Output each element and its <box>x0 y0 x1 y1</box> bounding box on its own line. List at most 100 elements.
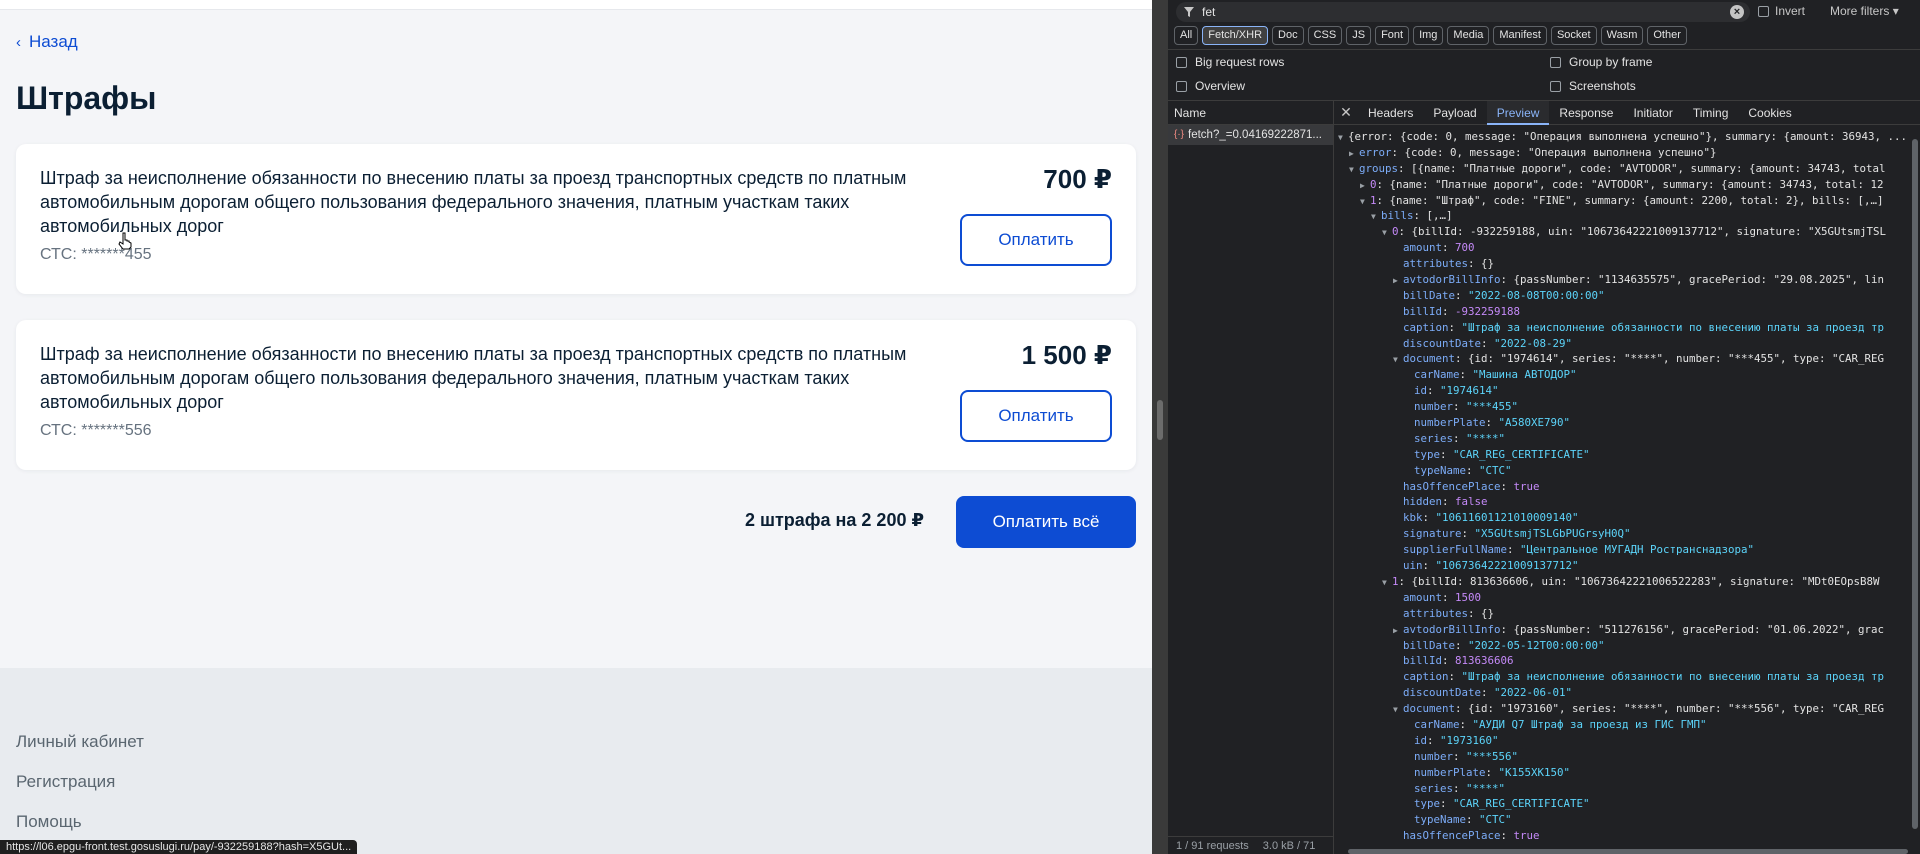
tab-preview[interactable]: Preview <box>1486 100 1550 125</box>
type-chip-wasm[interactable]: Wasm <box>1600 26 1644 45</box>
triangle-right-icon[interactable]: ▶ <box>1360 178 1370 194</box>
option-group-by-frame[interactable]: Group by frame <box>1550 55 1652 69</box>
triangle-down-icon[interactable]: ▼ <box>1382 225 1392 241</box>
json-key: billId <box>1403 304 1443 318</box>
checkbox[interactable] <box>1176 80 1187 92</box>
invert-toggle[interactable]: Invert <box>1758 4 1805 18</box>
triangle-down-icon[interactable]: ▼ <box>1393 702 1403 718</box>
option-label: Group by frame <box>1569 55 1653 69</box>
triangle-right-icon[interactable]: ▶ <box>1393 623 1403 639</box>
json-key: typeName <box>1414 813 1467 827</box>
pay-all-button[interactable]: Оплатить всё <box>956 496 1136 548</box>
more-filters-dropdown[interactable]: More filters ▾ <box>1830 4 1899 18</box>
json-line[interactable]: ▶ error: {code: 0, message: "Операция вып… <box>1336 145 1908 161</box>
json-line[interactable]: ▼ 1: {name: "Штраф", code: "FINE", summar… <box>1336 193 1908 209</box>
close-icon[interactable]: ✕ <box>1334 104 1358 121</box>
json-line: discountDate: "2022-08-29" <box>1403 336 1573 350</box>
type-chip-font[interactable]: Font <box>1375 26 1410 45</box>
option-overview[interactable]: Overview <box>1176 79 1245 93</box>
json-key: number <box>1414 400 1454 414</box>
clear-filter-icon[interactable]: × <box>1730 5 1744 19</box>
json-string: "2022-08-29" <box>1494 336 1573 350</box>
pay-button[interactable]: Оплатить <box>960 214 1112 266</box>
fetch-request-icon: {·} <box>1174 129 1185 140</box>
type-chip-fetchxhr[interactable]: Fetch/XHR <box>1202 26 1269 45</box>
preview-scrollbar[interactable] <box>1910 129 1920 854</box>
tab-payload[interactable]: Payload <box>1423 101 1486 125</box>
json-line[interactable]: ▶ avtodorBillInfo: {passNumber: "11346355… <box>1336 272 1908 288</box>
json-key: hidden <box>1403 495 1443 509</box>
back-link[interactable]: ‹ Назад <box>16 32 78 52</box>
json-key: bills <box>1381 209 1414 223</box>
pay-button[interactable]: Оплатить <box>960 390 1112 442</box>
type-chip-manifest[interactable]: Manifest <box>1493 26 1547 45</box>
json-line[interactable]: ▼ bills: [,…] <box>1336 208 1908 224</box>
total-summary: 2 штрафа на 2 200 ₽ <box>744 510 924 530</box>
scrollbar-thumb[interactable] <box>1912 139 1918 829</box>
json-line: kbk: "10611601121010009140" <box>1403 511 1579 525</box>
triangle-right-icon[interactable]: ▶ <box>1349 146 1359 162</box>
json-line[interactable]: ▼ 1: {billId: 813636606, uin: "1067364222… <box>1336 574 1908 590</box>
footer-link-cabinet[interactable]: Личный кабинет <box>16 732 144 752</box>
checkbox[interactable] <box>1176 56 1187 68</box>
type-chip-media[interactable]: Media <box>1447 26 1490 45</box>
triangle-down-icon[interactable]: ▼ <box>1393 352 1403 368</box>
json-line[interactable]: ▼ groups: [{name: "Платные дороги", code:… <box>1336 161 1908 177</box>
json-key: billDate <box>1403 638 1456 652</box>
checkbox[interactable] <box>1550 80 1561 92</box>
json-line[interactable]: ▶ avtodorBillInfo: {passNumber: "51127615… <box>1336 622 1908 638</box>
triangle-down-icon[interactable]: ▼ <box>1338 130 1348 146</box>
json-line[interactable]: ▼ 0: {billId: -932259188, uin: "106736422… <box>1336 224 1908 240</box>
horizontal-scrollbar[interactable] <box>1348 849 1908 854</box>
footer-link-help[interactable]: Помощь <box>16 812 82 832</box>
page-title: Штрафы <box>16 80 157 116</box>
json-line: numberPlate: "К155ХК150" <box>1414 765 1571 779</box>
json-line[interactable]: ▶ 0: {name: "Платные дороги", code: "AVTO… <box>1336 177 1908 193</box>
tab-initiator[interactable]: Initiator <box>1623 101 1682 125</box>
triangle-down-icon[interactable]: ▼ <box>1360 194 1370 210</box>
json-line[interactable]: ▼ {error: {code: 0, message: "Операция вы… <box>1336 129 1908 145</box>
filter-input[interactable]: fet × <box>1176 2 1750 22</box>
type-chip-all[interactable]: All <box>1174 26 1199 45</box>
json-line: type: "CAR_REG_CERTIFICATE" <box>1414 797 1590 811</box>
request-row[interactable]: {·} fetch?_=0.04169222871... <box>1168 125 1333 145</box>
type-chip-socket[interactable]: Socket <box>1550 26 1597 45</box>
checkbox[interactable] <box>1758 5 1769 17</box>
json-key: attributes <box>1403 606 1469 620</box>
json-key: series <box>1414 781 1454 795</box>
type-chip-img[interactable]: Img <box>1413 26 1444 45</box>
triangle-down-icon[interactable]: ▼ <box>1349 162 1359 178</box>
tab-response[interactable]: Response <box>1549 101 1623 125</box>
json-line[interactable]: ▼ document: {id: "1974614", series: "****… <box>1336 351 1908 367</box>
checkbox[interactable] <box>1550 56 1561 68</box>
json-line[interactable]: ▼ document: {id: "1973160", series: "****… <box>1336 701 1908 717</box>
resource-type-filters: All Fetch/XHR Doc CSS JS Font Img Media Manifest… <box>1174 26 1687 45</box>
option-label: Big request rows <box>1195 55 1285 69</box>
devtools-splitter[interactable] <box>1152 0 1168 854</box>
triangle-right-icon[interactable]: ▶ <box>1393 273 1403 289</box>
json-key: series <box>1414 431 1454 445</box>
tab-cookies[interactable]: Cookies <box>1738 101 1801 125</box>
json-key: carName <box>1414 368 1460 382</box>
type-chip-other[interactable]: Other <box>1647 26 1687 45</box>
json-string: "К155ХК150" <box>1498 765 1571 779</box>
type-chip-js[interactable]: JS <box>1346 26 1372 45</box>
json-line: number: "***455" <box>1414 400 1519 414</box>
type-chip-css[interactable]: CSS <box>1307 26 1343 45</box>
tab-headers[interactable]: Headers <box>1358 101 1423 125</box>
type-chip-doc[interactable]: Doc <box>1272 26 1304 45</box>
option-screenshots[interactable]: Screenshots <box>1550 79 1636 93</box>
json-key: signature <box>1403 527 1462 541</box>
option-big-rows[interactable]: Big request rows <box>1176 55 1284 69</box>
name-column-header[interactable]: Name <box>1168 101 1333 125</box>
footer-link-register[interactable]: Регистрация <box>16 772 115 792</box>
json-key: avtodorBillInfo <box>1403 273 1501 287</box>
triangle-down-icon[interactable]: ▼ <box>1371 209 1381 225</box>
tab-timing[interactable]: Timing <box>1683 101 1739 125</box>
json-key: type <box>1414 797 1441 811</box>
json-line: numberPlate: "А580ХЕ790" <box>1414 416 1571 430</box>
splitter-grip[interactable] <box>1157 400 1163 440</box>
json-number: 813636606 <box>1455 654 1514 668</box>
triangle-down-icon[interactable]: ▼ <box>1382 575 1392 591</box>
json-key: avtodorBillInfo <box>1403 622 1501 636</box>
